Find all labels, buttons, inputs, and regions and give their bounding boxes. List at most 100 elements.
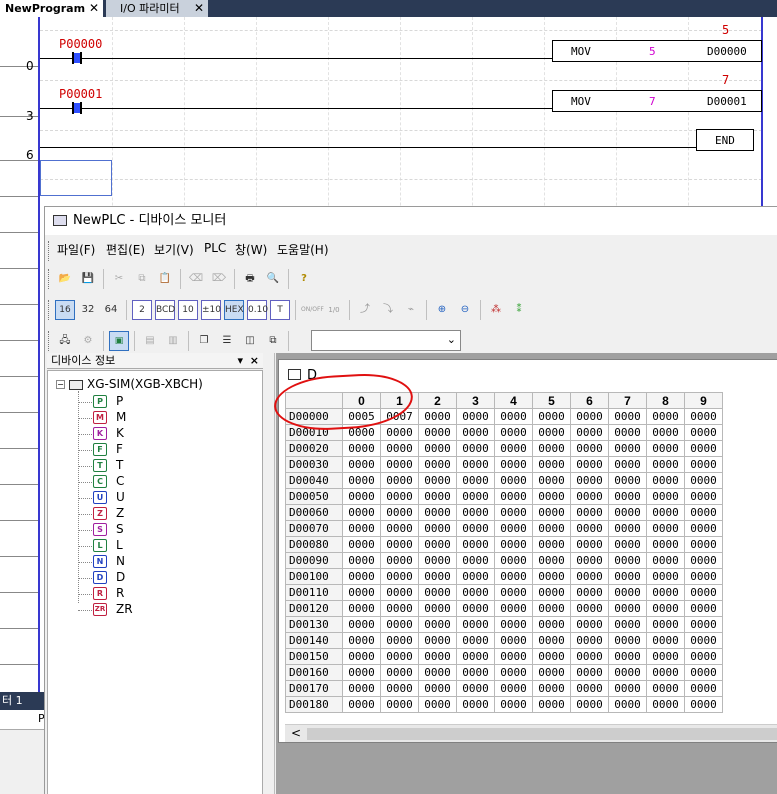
device-value-cell[interactable]: 0000 (494, 536, 533, 553)
cascade-windows-icon[interactable]: ❐ (194, 331, 214, 351)
format-hex-button[interactable]: HEX (224, 300, 244, 320)
device-value-cell[interactable]: 0000 (342, 616, 381, 633)
device-value-cell[interactable]: 0000 (380, 648, 419, 665)
device-value-cell[interactable]: 0000 (646, 664, 685, 681)
device-value-cell[interactable]: 0000 (494, 600, 533, 617)
device-value-cell[interactable]: 0000 (646, 584, 685, 601)
monitor-view-icon[interactable]: 🖧 (55, 331, 75, 351)
device-value-cell[interactable]: 0000 (380, 536, 419, 553)
device-value-cell[interactable]: 0000 (532, 680, 571, 697)
device-value-cell[interactable]: 0000 (570, 680, 609, 697)
zoom-in-icon[interactable]: ⊕ (432, 300, 452, 320)
device-value-cell[interactable]: 0000 (342, 488, 381, 505)
device-value-cell[interactable]: 0000 (570, 408, 609, 425)
device-value-cell[interactable]: 0000 (646, 632, 685, 649)
scrollbar-thumb[interactable] (307, 728, 777, 740)
device-value-cell[interactable]: 0000 (570, 440, 609, 457)
device-value-cell[interactable]: 0000 (532, 584, 571, 601)
device-value-cell[interactable]: 0000 (456, 504, 495, 521)
device-value-cell[interactable]: 0000 (380, 504, 419, 521)
device-value-cell[interactable]: 0000 (608, 632, 647, 649)
device-value-cell[interactable]: 0000 (646, 616, 685, 633)
monitor-start-icon[interactable]: ⁂ (486, 300, 506, 320)
format-binary-button[interactable]: 2 (132, 300, 152, 320)
device-value-cell[interactable]: 0000 (494, 584, 533, 601)
close-tab-icon[interactable]: ✕ (89, 0, 99, 17)
end-instruction-box[interactable]: END (696, 129, 754, 151)
device-value-cell[interactable]: 0000 (494, 616, 533, 633)
device-value-cell[interactable]: 0000 (532, 472, 571, 489)
device-value-cell[interactable]: 0000 (418, 536, 457, 553)
device-value-cell[interactable]: 0000 (494, 456, 533, 473)
device-value-cell[interactable]: 0000 (456, 520, 495, 537)
device-value-cell[interactable]: 0000 (418, 504, 457, 521)
device-value-cell[interactable]: 0000 (532, 488, 571, 505)
format-real-button[interactable]: 0.10 (247, 300, 268, 320)
device-value-cell[interactable]: 0000 (684, 600, 723, 617)
device-value-cell[interactable]: 0000 (494, 424, 533, 441)
device-value-cell[interactable]: 0000 (608, 504, 647, 521)
device-value-cell[interactable]: 0000 (646, 552, 685, 569)
horizontal-scrollbar[interactable]: < (285, 724, 777, 742)
arrange-icon[interactable]: ⧉ (263, 331, 283, 351)
device-value-cell[interactable]: 0000 (532, 648, 571, 665)
device-value-cell[interactable]: 0000 (684, 552, 723, 569)
device-value-cell[interactable]: 0000 (342, 456, 381, 473)
toolbar-grip[interactable] (48, 269, 51, 289)
device-value-cell[interactable]: 0000 (456, 680, 495, 697)
device-value-cell[interactable]: 0000 (342, 680, 381, 697)
device-value-cell[interactable]: 0000 (608, 520, 647, 537)
register-remove-icon[interactable]: ▥ (163, 331, 183, 351)
device-value-cell[interactable]: 0000 (532, 408, 571, 425)
mov-instruction-box[interactable]: MOV 7 D00001 (552, 90, 762, 112)
device-value-cell[interactable]: 0000 (646, 536, 685, 553)
device-value-cell[interactable]: 0000 (646, 696, 685, 713)
copy-icon[interactable]: ⧉ (132, 269, 152, 289)
device-value-cell[interactable]: 0000 (494, 552, 533, 569)
tab-io-parameter[interactable]: I/O 파라미터 ✕ (106, 0, 208, 17)
device-value-cell[interactable]: 0000 (494, 488, 533, 505)
scroll-left-arrow[interactable]: < (291, 726, 301, 740)
device-value-cell[interactable]: 0000 (570, 648, 609, 665)
device-value-cell[interactable]: 0000 (684, 568, 723, 585)
tile-vertical-icon[interactable]: ◫ (240, 331, 260, 351)
device-value-cell[interactable]: 0000 (570, 424, 609, 441)
device-value-cell[interactable]: 0000 (608, 536, 647, 553)
device-value-cell[interactable]: 0000 (608, 696, 647, 713)
device-value-cell[interactable]: 0000 (342, 664, 381, 681)
device-value-cell[interactable]: 0000 (570, 552, 609, 569)
device-value-cell[interactable]: 0000 (342, 632, 381, 649)
device-value-cell[interactable]: 0000 (380, 632, 419, 649)
zoom-out-icon[interactable]: ⊖ (455, 300, 475, 320)
device-value-cell[interactable]: 0000 (342, 584, 381, 601)
device-value-cell[interactable]: 0000 (684, 424, 723, 441)
close-tab-icon[interactable]: ✕ (194, 0, 204, 17)
device-value-cell[interactable]: 0000 (494, 648, 533, 665)
device-value-cell[interactable]: 0000 (418, 488, 457, 505)
device-value-cell[interactable]: 0000 (456, 536, 495, 553)
toolbar-grip[interactable] (48, 331, 51, 351)
format-16bit-button[interactable]: 16 (55, 300, 75, 320)
device-value-cell[interactable]: 0000 (684, 664, 723, 681)
device-value-cell[interactable]: 0000 (418, 408, 457, 425)
format-bcd-button[interactable]: BCD (155, 300, 175, 320)
device-value-cell[interactable]: 0000 (380, 456, 419, 473)
device-value-cell[interactable]: 0000 (570, 456, 609, 473)
device-value-cell[interactable]: 0000 (646, 440, 685, 457)
pane-splitter[interactable] (263, 353, 275, 794)
format-signed-decimal-button[interactable]: ±10 (201, 300, 221, 320)
device-value-cell[interactable]: 0000 (646, 456, 685, 473)
device-value-cell[interactable]: 0000 (380, 568, 419, 585)
device-value-cell[interactable]: 0000 (342, 648, 381, 665)
device-value-cell[interactable]: 0000 (608, 680, 647, 697)
device-value-cell[interactable]: 0000 (418, 616, 457, 633)
device-value-cell[interactable]: 0000 (646, 472, 685, 489)
device-value-cell[interactable]: 0000 (456, 472, 495, 489)
open-folder-icon[interactable]: 📂 (55, 269, 75, 289)
device-value-cell[interactable]: 0000 (608, 424, 647, 441)
device-value-cell[interactable]: 0000 (494, 472, 533, 489)
device-value-cell[interactable]: 0000 (532, 440, 571, 457)
device-value-cell[interactable]: 0000 (456, 664, 495, 681)
device-value-cell[interactable]: 0000 (684, 440, 723, 457)
device-value-cell[interactable]: 0000 (532, 616, 571, 633)
